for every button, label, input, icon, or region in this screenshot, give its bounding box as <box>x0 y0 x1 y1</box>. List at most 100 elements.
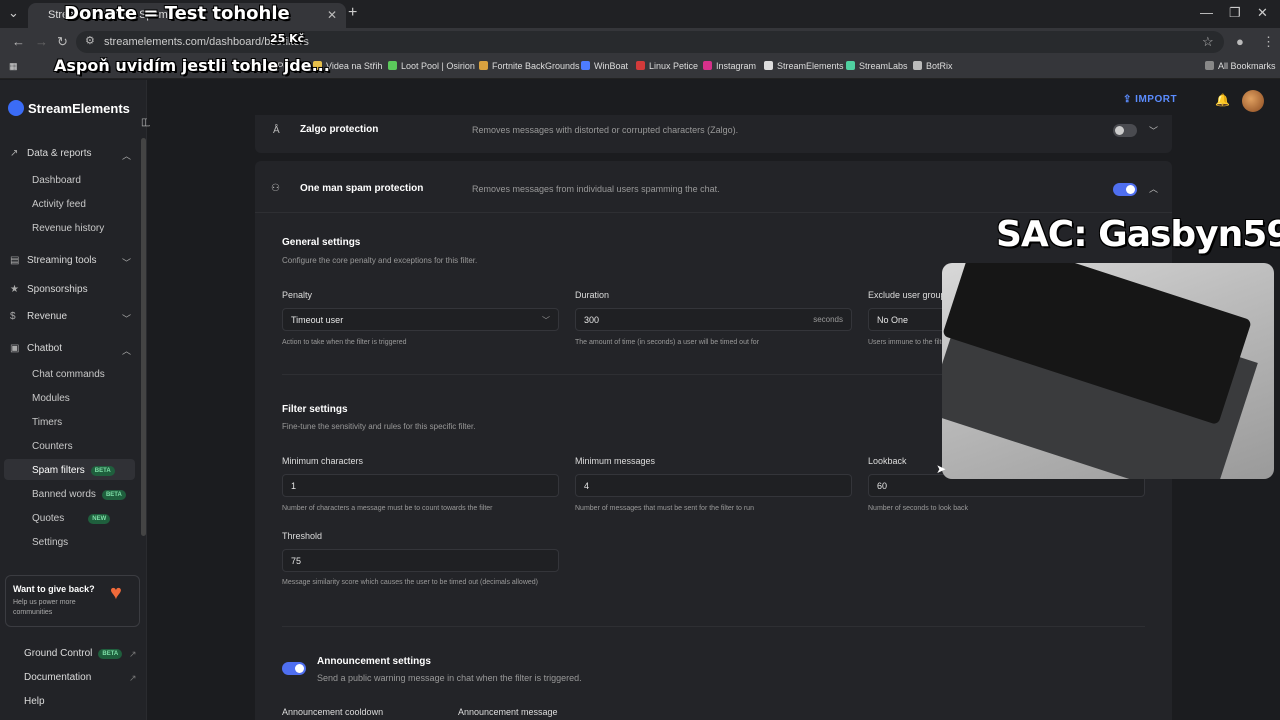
external-link-icon: ↗ <box>129 649 137 659</box>
penalty-value: Timeout user <box>291 315 344 325</box>
announcement-subtitle: Send a public warning message in chat wh… <box>317 673 582 683</box>
threshold-label: Threshold <box>282 531 323 541</box>
apps-icon[interactable]: ▦ <box>9 61 18 72</box>
nav-spam-filters[interactable]: Spam filters BETA <box>32 465 115 476</box>
min-msgs-value: 4 <box>584 481 590 491</box>
nav-chat-commands[interactable]: Chat commands <box>32 369 105 380</box>
chevron-down-icon: ﹀ <box>542 316 550 325</box>
nav-quotes[interactable]: Quotes NEW <box>32 513 111 524</box>
nav-revenue-history[interactable]: Revenue history <box>32 223 104 234</box>
give-back-card[interactable]: Want to give back? Help us power more co… <box>5 575 140 627</box>
close-tab-icon[interactable]: ✕ <box>327 8 337 22</box>
bell-icon[interactable]: 🔔 <box>1215 93 1230 107</box>
penalty-help: Action to take when the filter is trigge… <box>282 339 407 346</box>
chatbot-icon: ▣ <box>10 343 20 354</box>
sac-overlay-text: SAC: Gasbyn59 <box>996 214 1280 255</box>
bookmark-star-icon[interactable]: ☆ <box>1202 34 1214 50</box>
documentation-link[interactable]: Documentation <box>24 672 91 683</box>
brand-logo[interactable]: StreamElements <box>8 100 130 116</box>
filter-settings-subtitle: Fine-tune the sensitivity and rules for … <box>282 422 476 431</box>
nav-modules[interactable]: Modules <box>32 393 70 404</box>
nav-counters[interactable]: Counters <box>32 441 73 452</box>
nav-label: Chatbot <box>27 343 63 354</box>
nav-dashboard[interactable]: Dashboard <box>32 175 81 186</box>
nav-activity-feed[interactable]: Activity feed <box>32 199 86 210</box>
bookmark-label: Instagram <box>716 61 757 71</box>
maximize-icon[interactable]: ❐ <box>1229 5 1241 21</box>
chevron-down-icon[interactable]: ﹀ <box>122 312 131 325</box>
new-tab-icon[interactable]: + <box>348 4 357 22</box>
chevron-down-icon[interactable]: ﹀ <box>1149 124 1158 137</box>
general-settings-title: General settings <box>282 237 361 248</box>
reload-icon[interactable]: ↻ <box>57 34 68 50</box>
one-man-spam-header[interactable]: ⚇ One man spam protection Removes messag… <box>255 161 1172 213</box>
new-badge: NEW <box>88 514 111 524</box>
bookmark-item[interactable]: Instagram <box>703 61 756 71</box>
zalgo-filter-row[interactable]: Å Zalgo protection Removes messages with… <box>255 115 1172 153</box>
user-spam-icon: ⚇ <box>271 183 280 194</box>
nav-banned-words[interactable]: Banned words BETA <box>32 489 126 500</box>
threshold-value: 75 <box>291 556 302 566</box>
give-back-title: Want to give back? <box>13 584 95 594</box>
min-chars-help: Number of characters a message must be t… <box>282 505 493 512</box>
bookmark-label: Linux Petice <box>649 61 699 71</box>
chevron-down-icon[interactable]: ﹀ <box>122 256 131 269</box>
profile-icon[interactable]: ● <box>1236 34 1244 49</box>
duration-input[interactable]: 300 seconds <box>575 308 852 331</box>
forward-icon[interactable]: → <box>35 34 48 49</box>
bookmark-item[interactable]: BotRix <box>913 61 953 71</box>
threshold-input[interactable]: 75 <box>282 549 559 572</box>
lookback-value: 60 <box>877 481 888 491</box>
bookmark-item[interactable]: StreamElements <box>764 61 844 71</box>
avatar[interactable] <box>1242 90 1264 112</box>
site-info-icon[interactable]: ⚙ <box>85 34 95 47</box>
all-bookmarks[interactable]: All Bookmarks <box>1205 61 1276 71</box>
one-man-toggle[interactable] <box>1113 183 1137 196</box>
nav-revenue[interactable]: $ Revenue <box>10 311 67 322</box>
sidebar-scrollbar[interactable] <box>141 138 146 536</box>
chevron-up-icon[interactable]: ︿ <box>122 149 131 162</box>
url-box[interactable]: ⚙ streamelements.com/dashboard/bot/filte… <box>76 31 1224 53</box>
beta-badge: BETA <box>98 649 123 659</box>
address-bar-row: ← → ↻ ⚙ streamelements.com/dashboard/bot… <box>0 28 1280 55</box>
ground-control-link[interactable]: Ground Control BETA <box>24 648 123 659</box>
penalty-select[interactable]: Timeout user ﹀ <box>282 308 559 331</box>
bookmark-item[interactable]: Linux Petice <box>636 61 698 71</box>
menu-icon[interactable]: ⋮ <box>1262 34 1275 50</box>
nav-data-reports[interactable]: ↗ Data & reports <box>10 148 91 159</box>
chevron-up-icon[interactable]: ︿ <box>122 344 131 357</box>
duration-suffix: seconds <box>813 315 843 324</box>
exclude-label: Exclude user groups <box>868 290 951 300</box>
nav-streaming-tools[interactable]: ▤ Streaming tools <box>10 255 96 266</box>
penalty-label: Penalty <box>282 290 313 300</box>
nav-chatbot[interactable]: ▣ Chatbot <box>10 343 62 354</box>
general-settings-subtitle: Configure the core penalty and exception… <box>282 256 478 265</box>
min-chars-value: 1 <box>291 481 297 491</box>
chart-icon: ↗ <box>10 148 19 159</box>
bookmark-label: StreamLabs <box>859 61 908 71</box>
announcement-toggle[interactable] <box>282 662 306 675</box>
minimize-icon[interactable]: — <box>1200 5 1213 20</box>
bookmark-item[interactable]: WinBoat <box>581 61 628 71</box>
nav-timers[interactable]: Timers <box>32 417 62 428</box>
min-msgs-input[interactable]: 4 <box>575 474 852 497</box>
bookmark-item[interactable]: Fortnite BackGrounds <box>479 61 580 71</box>
import-button[interactable]: ⇪ IMPORT <box>1123 94 1177 105</box>
help-link[interactable]: Help <box>24 696 45 707</box>
bookmark-item[interactable]: Loot Pool | Osirion <box>388 61 475 71</box>
brand-name: StreamElements <box>28 101 130 116</box>
divider <box>282 626 1145 627</box>
back-icon[interactable]: ← <box>12 34 25 49</box>
threshold-help: Message similarity score which causes th… <box>282 579 538 586</box>
beta-badge: BETA <box>101 490 126 500</box>
nav-sponsorships[interactable]: ★ Sponsorships <box>10 284 88 295</box>
zalgo-title: Zalgo protection <box>300 124 379 135</box>
chevron-up-icon[interactable]: ︿ <box>1149 182 1158 195</box>
min-chars-input[interactable]: 1 <box>282 474 559 497</box>
min-msgs-help: Number of messages that must be sent for… <box>575 505 754 512</box>
zalgo-toggle[interactable] <box>1113 124 1137 137</box>
nav-settings[interactable]: Settings <box>32 537 68 548</box>
close-window-icon[interactable]: ✕ <box>1257 5 1268 21</box>
bookmark-item[interactable]: StreamLabs <box>846 61 908 71</box>
tab-search-icon[interactable]: ⌄ <box>8 5 19 21</box>
